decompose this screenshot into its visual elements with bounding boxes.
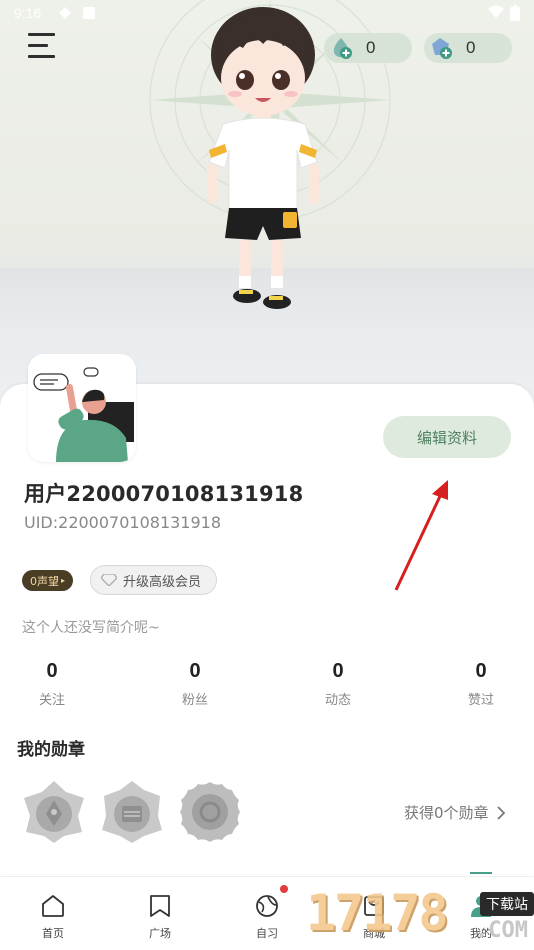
water-drop-coin-icon bbox=[333, 38, 352, 59]
watermark-number: 17178 bbox=[306, 884, 449, 942]
stat-value: 0 bbox=[46, 660, 58, 682]
diamond-currency-pill[interactable]: 0 bbox=[424, 33, 512, 63]
medals-count-label: 获得0个勋章 bbox=[404, 804, 489, 822]
status-bar: 9:16 bbox=[0, 0, 534, 28]
planet-icon bbox=[256, 895, 278, 917]
status-right bbox=[488, 5, 520, 21]
menu-icon bbox=[28, 33, 55, 36]
diamond-icon bbox=[101, 574, 117, 586]
upgrade-vip-button[interactable]: 升级高级会员 bbox=[90, 565, 217, 595]
user-bio: 这个人还没写简介呢~ bbox=[22, 620, 160, 636]
notification-dot bbox=[280, 885, 288, 893]
avatar-illustration bbox=[28, 354, 136, 462]
reputation-badge[interactable]: 0声望 ▸ bbox=[22, 570, 74, 591]
medals-count-link[interactable]: 获得0个勋章 bbox=[404, 802, 505, 823]
shell-currency-pill[interactable]: 0 bbox=[324, 33, 412, 63]
app-notification-icon bbox=[59, 7, 71, 19]
download-notification-icon bbox=[83, 7, 95, 19]
reputation-label: 0声望 bbox=[30, 574, 59, 588]
stats-row: 0 关注 0 粉丝 0 动态 0 赞过 bbox=[0, 660, 534, 710]
wifi-icon bbox=[488, 5, 504, 18]
tab-study[interactable]: 自习 bbox=[237, 893, 297, 941]
active-tab-indicator bbox=[470, 872, 492, 874]
tab-label: 广场 bbox=[149, 927, 171, 940]
bookmark-icon bbox=[150, 895, 170, 917]
status-time: 9:16 bbox=[14, 5, 42, 21]
stat-label: 动态 bbox=[324, 693, 351, 708]
avatar-character[interactable] bbox=[195, 0, 335, 320]
watermark-tag: 下载站 bbox=[480, 892, 534, 916]
medal-rocket-icon[interactable] bbox=[22, 780, 86, 844]
stat-posts[interactable]: 0 动态 bbox=[298, 660, 378, 708]
stat-label: 赞过 bbox=[467, 693, 494, 708]
tab-label: 首页 bbox=[42, 927, 64, 940]
stat-followers[interactable]: 0 粉丝 bbox=[155, 660, 235, 708]
stat-value: 0 bbox=[332, 660, 344, 682]
user-uid: UID:2200070108131918 bbox=[24, 513, 222, 532]
annotation-arrow bbox=[394, 480, 448, 591]
edit-profile-button[interactable]: 编辑资料 bbox=[383, 416, 511, 458]
watermark-domain: .COM bbox=[475, 918, 528, 943]
stat-value: 0 bbox=[189, 660, 201, 682]
medals-section-title: 我的勋章 bbox=[17, 740, 85, 760]
home-icon bbox=[42, 895, 64, 917]
tab-square[interactable]: 广场 bbox=[130, 893, 190, 941]
shell-count: 0 bbox=[366, 38, 376, 57]
stat-label: 关注 bbox=[38, 693, 65, 708]
upgrade-vip-label: 升级高级会员 bbox=[123, 574, 202, 590]
tab-home[interactable]: 首页 bbox=[23, 893, 83, 941]
chevron-right-icon bbox=[496, 805, 505, 820]
stat-following[interactable]: 0 关注 bbox=[12, 660, 92, 708]
tab-label: 自习 bbox=[256, 927, 278, 940]
stat-liked[interactable]: 0 赞过 bbox=[441, 660, 521, 708]
battery-icon bbox=[510, 5, 520, 21]
chevron-right-icon: ▸ bbox=[61, 576, 66, 585]
medal-clock-icon[interactable] bbox=[178, 780, 242, 844]
medal-calendar-icon[interactable] bbox=[100, 780, 164, 844]
username: 用户2200070108131918 bbox=[24, 482, 304, 506]
stat-label: 粉丝 bbox=[181, 693, 208, 708]
menu-button[interactable] bbox=[28, 33, 58, 61]
diamond-count: 0 bbox=[466, 38, 476, 57]
diamond-coin-icon bbox=[432, 38, 452, 59]
watermark-overlay: 17178 下载站 .COM bbox=[306, 884, 534, 950]
profile-avatar[interactable] bbox=[28, 354, 136, 462]
stat-value: 0 bbox=[475, 660, 487, 682]
